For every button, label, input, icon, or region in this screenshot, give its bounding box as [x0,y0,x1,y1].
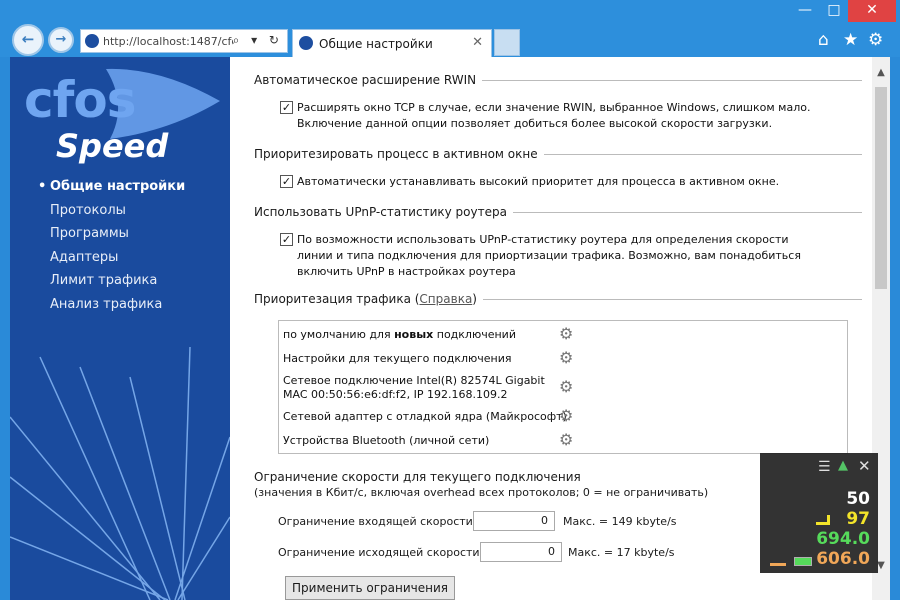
widget-value-download: 694.0 [816,529,870,549]
gear-icon[interactable]: ⚙ [559,377,573,396]
close-window-button[interactable]: ✕ [848,0,896,22]
maximize-button[interactable]: □ [820,0,848,22]
active-window-option: ✓ Автоматически устанавливать высокий пр… [280,174,820,190]
tab-general-settings[interactable]: Общие настройки ✕ [292,29,492,57]
minimize-button[interactable]: — [790,0,820,22]
sidebar-item-programs[interactable]: Программы [38,226,185,250]
help-link[interactable]: Справка [419,292,472,306]
gear-icon[interactable]: ⚙ [559,324,573,343]
traffic-prio-list: по умолчанию для новых подключений ⚙ Нас… [278,320,848,454]
page-content: cfos Speed • Общие настройки Протоколы Пр… [10,57,890,600]
address-bar-icons[interactable]: ⌕ ▾ ↻ [233,33,283,48]
outgoing-limit-label: Ограничение исходящей скорости [278,546,480,559]
rwin-option: ✓ Расширять окно TCP в случае, если знач… [280,100,820,132]
sidebar-item-general-settings[interactable]: • Общие настройки [38,179,185,203]
upnp-checkbox[interactable]: ✓ [280,233,293,246]
upload-bar-icon [770,563,786,566]
sidebar-item-label: Лимит трафика [50,273,158,288]
upnp-text: По возможности использовать UPnP-статист… [297,233,801,278]
sidebar-item-label: Программы [50,226,129,241]
back-button[interactable]: ← [12,24,44,56]
address-text[interactable]: http://localhost:1487/cfc [103,35,233,48]
tab-favicon-icon [299,36,313,50]
sidebar-item-adapters[interactable]: Адаптеры [38,250,185,274]
download-bar-icon [794,557,812,566]
active-window-text: Автоматически устанавливать высокий прио… [297,175,780,188]
gear-icon[interactable]: ⚙ [559,430,573,449]
tab-close-icon[interactable]: ✕ [472,35,483,50]
prio-row-default: по умолчанию для новых подключений [283,328,516,341]
tab-title: Общие настройки [319,37,433,51]
ping-icon [816,515,830,525]
incoming-limit-input[interactable]: 0 [473,511,555,531]
close-icon[interactable]: ✕ [858,457,871,475]
forward-button[interactable]: → [48,27,74,53]
scroll-up-icon[interactable]: ▲ [872,67,890,78]
logo-speed-text: Speed [56,127,169,165]
prio-row-bluetooth: Устройства Bluetooth (личной сети) [283,434,490,447]
outgoing-max: Макс. = 17 kbyte/s [568,546,675,559]
section-title-active-window: Приоритезировать процесс в активном окне [254,147,544,161]
widget-value-upload: 606.0 [816,549,870,569]
sidebar: cfos Speed • Общие настройки Протоколы Пр… [10,57,230,600]
section-title-speed-limit: Ограничение скорости для текущего подклю… [254,470,587,484]
gear-icon[interactable]: ⚙ [559,406,573,425]
favorites-star-icon[interactable]: ★ [843,30,858,50]
prio-row-kernel-debug: Сетевой адаптер с отладкой ядра (Майкрос… [283,410,567,423]
sidebar-item-traffic-analysis[interactable]: Анализ трафика [38,297,185,321]
arrow-left-icon: ← [21,30,35,48]
address-bar[interactable]: http://localhost:1487/cfc ⌕ ▾ ↻ [80,29,288,53]
nav-bullet: • [38,179,47,194]
gear-icon[interactable]: ⚙ [559,348,573,367]
menu-icon[interactable]: ☰ [818,459,831,475]
triangle-up-icon[interactable]: ▲ [838,458,848,473]
apply-limits-button[interactable]: Применить ограничения [285,576,455,600]
rwin-text: Расширять окно TCP в случае, если значен… [297,101,811,130]
home-icon[interactable]: ⌂ [818,30,829,50]
incoming-max: Макс. = 149 kbyte/s [563,515,677,528]
sidebar-item-label: Анализ трафика [50,296,163,312]
speed-limit-subtitle: (значения в Кбит/с, включая overhead все… [254,486,715,499]
sidebar-item-label: Протоколы [50,202,126,218]
speed-monitor-widget[interactable]: ☰ ▲ ✕ 50 97 694.0 606.0 [760,453,878,573]
sidebar-item-label: Адаптеры [50,249,119,265]
sidebar-item-label: Общие настройки [50,179,186,194]
sidebar-item-protocols[interactable]: Протоколы [38,203,185,227]
sidebar-nav: • Общие настройки Протоколы Программы Ада… [38,179,185,320]
outgoing-limit-input[interactable]: 0 [480,542,562,562]
active-window-checkbox[interactable]: ✓ [280,175,293,188]
rwin-checkbox[interactable]: ✓ [280,101,293,114]
new-tab-button[interactable] [494,29,520,56]
arrow-right-icon: → [55,32,67,47]
section-title-upnp: Использовать UPnP-статистику роутера [254,205,513,219]
prio-row-intel: Сетевое подключение Intel(R) 82574L Giga… [283,374,545,401]
logo-cfos-text: cfos [24,71,137,129]
prio-row-current: Настройки для текущего подключения [283,352,512,365]
section-title-rwin: Автоматическое расширение RWIN [254,73,483,87]
incoming-limit-label: Ограничение входящей скорости [278,515,473,528]
browser-chrome: — □ ✕ ← → http://localhost:1487/cfc ⌕ ▾ … [0,0,900,57]
widget-value-ping: 97 [846,509,870,529]
upnp-option: ✓ По возможности использовать UPnP-стати… [280,232,820,280]
site-favicon-icon [85,34,99,48]
scroll-thumb[interactable] [875,87,887,289]
widget-value-1: 50 [846,489,870,509]
sidebar-item-traffic-limit[interactable]: Лимит трафика [38,273,185,297]
section-title-traffic-prio: Приоритезация трафика (Справка) [254,292,483,306]
settings-gear-icon[interactable]: ⚙ [868,30,883,50]
